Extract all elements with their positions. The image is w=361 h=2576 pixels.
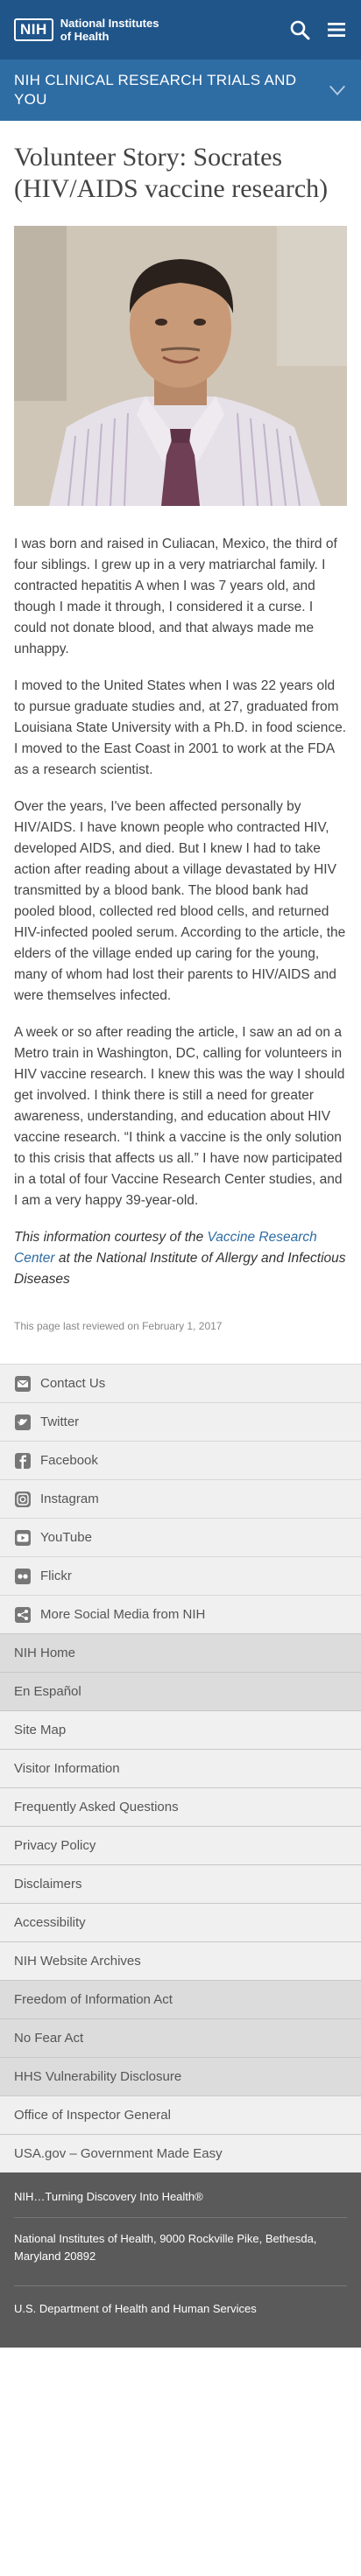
link-label: Office of Inspector General: [14, 2108, 171, 2123]
mail-icon: [14, 1375, 32, 1393]
social-item-facebook[interactable]: Facebook: [0, 1441, 361, 1479]
section-banner[interactable]: NIH CLINICAL RESEARCH TRIALS AND YOU: [0, 60, 361, 121]
link-label: Accessibility: [14, 1915, 86, 1930]
header-icons: [289, 19, 347, 40]
link-foia[interactable]: Freedom of Information Act: [0, 1980, 361, 2018]
social-links: Contact Us Twitter Facebook Instagram Yo…: [0, 1364, 361, 1633]
facebook-icon: [14, 1452, 32, 1470]
story-text: I was born and raised in Culiacan, Mexic…: [14, 534, 347, 1211]
social-item-flickr[interactable]: Flickr: [0, 1556, 361, 1595]
share-icon: [14, 1606, 32, 1624]
site-footer: NIH…Turning Discovery Into Health® Natio…: [0, 2172, 361, 2348]
link-label: Disclaimers: [14, 1877, 82, 1892]
story-paragraph: Over the years, I've been affected perso…: [14, 799, 346, 1003]
link-en-espanol[interactable]: En Español: [0, 1672, 361, 1710]
link-hhs-vulnerability[interactable]: HHS Vulnerability Disclosure: [0, 2057, 361, 2095]
site-header: NIH National Institutes of Health: [0, 0, 361, 60]
social-item-instagram[interactable]: Instagram: [0, 1479, 361, 1518]
link-label: Site Map: [14, 1723, 67, 1737]
link-label: HHS Vulnerability Disclosure: [14, 2069, 182, 2084]
page-title: Volunteer Story: Socrates (HIV/AIDS vacc…: [14, 143, 329, 203]
link-disclaimers[interactable]: Disclaimers: [0, 1864, 361, 1903]
social-item-contact-us[interactable]: Contact Us: [0, 1364, 361, 1402]
social-label: Twitter: [40, 1414, 80, 1429]
social-label: Instagram: [40, 1492, 99, 1506]
social-item-more-social-media[interactable]: More Social Media from NIH: [0, 1595, 361, 1633]
instagram-icon: [14, 1491, 32, 1508]
link-label: En Español: [14, 1684, 81, 1699]
link-label: No Fear Act: [14, 2031, 84, 2046]
link-label: Frequently Asked Questions: [14, 1800, 179, 1814]
social-label: Flickr: [40, 1569, 72, 1583]
footer-links-government: Office of Inspector General USA.gov – Go…: [0, 2095, 361, 2172]
footer-links-legal: Freedom of Information Act No Fear Act H…: [0, 1980, 361, 2095]
hhs-link[interactable]: U.S. Department of Health and Human Serv…: [14, 2286, 347, 2315]
link-usa-gov[interactable]: USA.gov – Government Made Easy: [0, 2134, 361, 2172]
volunteer-photo: [14, 226, 347, 506]
credit-prefix: This information courtesy of the: [14, 1230, 208, 1245]
youtube-icon: [14, 1529, 32, 1547]
search-icon[interactable]: [289, 19, 310, 40]
footer-tagline: NIH…Turning Discovery Into Health®: [14, 2172, 347, 2218]
logo-abbrev: NIH: [14, 18, 53, 41]
link-label: Freedom of Information Act: [14, 1992, 173, 2007]
link-label: Privacy Policy: [14, 1838, 96, 1853]
main-content: Volunteer Story: Socrates (HIV/AIDS vacc…: [0, 142, 361, 1332]
link-faq[interactable]: Frequently Asked Questions: [0, 1787, 361, 1826]
flickr-icon: [14, 1568, 32, 1585]
logo-line2: of Health: [60, 30, 110, 43]
story-paragraph: I was born and raised in Culiacan, Mexic…: [14, 537, 337, 656]
link-site-map[interactable]: Site Map: [0, 1710, 361, 1749]
hamburger-menu-icon[interactable]: [326, 19, 347, 40]
nih-logo[interactable]: NIH National Institutes of Health: [14, 17, 159, 43]
logo-text: National Institutes of Health: [60, 17, 159, 43]
twitter-icon: [14, 1414, 32, 1431]
link-nih-home[interactable]: NIH Home: [0, 1633, 361, 1672]
credit-suffix: at the National Institute of Allergy and…: [14, 1251, 346, 1287]
link-privacy-policy[interactable]: Privacy Policy: [0, 1826, 361, 1864]
social-label: Facebook: [40, 1453, 98, 1468]
link-label: NIH Home: [14, 1646, 76, 1660]
story-paragraph: I moved to the United States when I was …: [14, 678, 347, 777]
link-label: Visitor Information: [14, 1761, 120, 1776]
chevron-down-icon[interactable]: [328, 81, 347, 100]
social-label: Contact Us: [40, 1376, 106, 1391]
logo-line1: National Institutes: [60, 17, 159, 30]
link-no-fear-act[interactable]: No Fear Act: [0, 2018, 361, 2057]
link-visitor-information[interactable]: Visitor Information: [0, 1749, 361, 1787]
story-paragraph: A week or so after reading the article, …: [14, 1025, 345, 1208]
footer-links-primary: NIH Home En Español: [0, 1633, 361, 1710]
social-item-twitter[interactable]: Twitter: [0, 1402, 361, 1441]
footer-address: National Institutes of Health, 9000 Rock…: [14, 2218, 347, 2286]
social-item-youtube[interactable]: YouTube: [0, 1518, 361, 1556]
social-label: YouTube: [40, 1530, 92, 1545]
link-label: NIH Website Archives: [14, 1954, 141, 1969]
link-inspector-general[interactable]: Office of Inspector General: [0, 2095, 361, 2134]
last-reviewed: This page last reviewed on February 1, 2…: [14, 1320, 223, 1332]
link-website-archives[interactable]: NIH Website Archives: [0, 1941, 361, 1980]
footer-links-info: Site Map Visitor Information Frequently …: [0, 1710, 361, 1980]
social-label: More Social Media from NIH: [40, 1607, 206, 1622]
link-label: USA.gov – Government Made Easy: [14, 2146, 223, 2161]
banner-title: NIH CLINICAL RESEARCH TRIALS AND YOU: [14, 72, 297, 108]
credit-note: This information courtesy of the Vaccine…: [14, 1227, 347, 1290]
page: NIH National Institutes of Health NIH CL…: [0, 0, 361, 2576]
link-accessibility[interactable]: Accessibility: [0, 1903, 361, 1941]
